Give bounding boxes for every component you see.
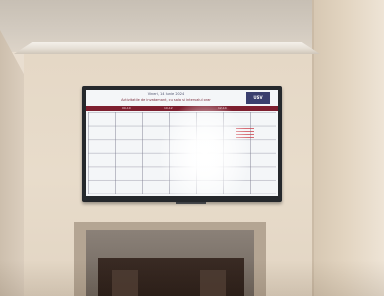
- left-wall: [0, 30, 26, 296]
- tv-title: Vineri, 14 Iunie 2024: [147, 92, 185, 96]
- wall-corner: [312, 0, 314, 296]
- wall-tv: Vineri, 14 Iunie 2024 Activitatile de in…: [82, 86, 282, 202]
- right-wall: [312, 0, 384, 296]
- floor-shadow: [0, 260, 384, 296]
- light-glare: [160, 100, 250, 196]
- photo-scene: Vineri, 14 Iunie 2024 Activitatile de in…: [0, 0, 384, 296]
- schedule-header-cell: 09-10: [122, 106, 131, 110]
- tv-screen: Vineri, 14 Iunie 2024 Activitatile de in…: [86, 90, 278, 196]
- crown-molding: [14, 42, 320, 54]
